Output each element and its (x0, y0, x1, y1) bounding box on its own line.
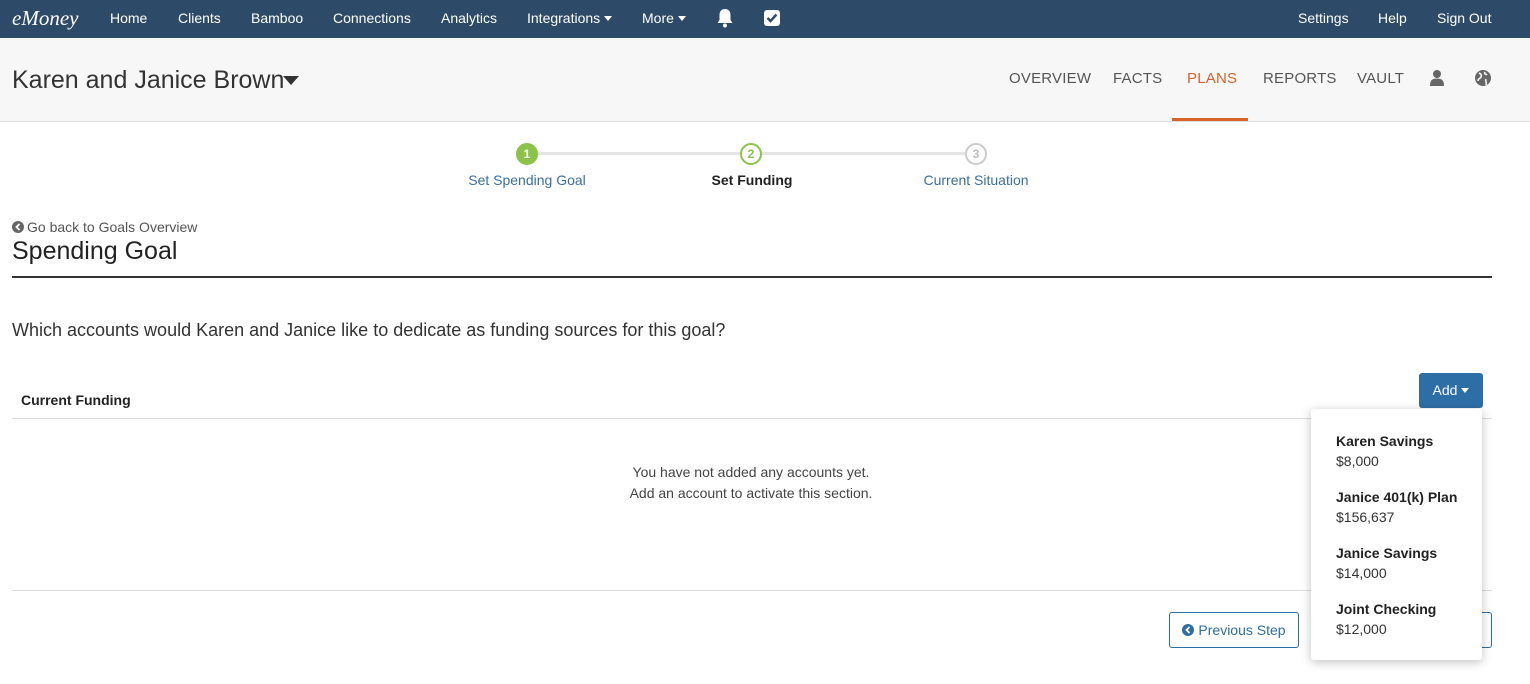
account-name: Janice 401(k) Plan (1336, 489, 1458, 505)
chevron-down-icon (1461, 387, 1470, 393)
step-2-circle: 2 (740, 143, 762, 165)
client-dropdown-icon[interactable] (283, 76, 299, 85)
stepper-line (538, 152, 740, 155)
nav-connections[interactable]: Connections (333, 10, 411, 26)
tab-overview[interactable]: OVERVIEW (1009, 70, 1091, 87)
dropdown-item-janice-401k[interactable]: Janice 401(k) Plan $156,637 (1336, 489, 1476, 525)
step-3-label[interactable]: Current Situation (916, 172, 1036, 188)
nav-home[interactable]: Home (110, 10, 147, 26)
nav-sign-out[interactable]: Sign Out (1437, 10, 1491, 26)
step-3-circle: 3 (965, 143, 987, 165)
step-1-label[interactable]: Set Spending Goal (467, 172, 587, 188)
client-header: Karen and Janice Brown OVERVIEW FACTS PL… (0, 38, 1530, 122)
page-title: Spending Goal (12, 237, 178, 265)
account-name: Joint Checking (1336, 601, 1437, 617)
active-tab-indicator (1172, 118, 1248, 121)
globe-icon[interactable] (1474, 69, 1492, 92)
tab-vault[interactable]: VAULT (1357, 70, 1404, 87)
nav-more[interactable]: More (642, 10, 686, 26)
user-icon[interactable] (1429, 69, 1445, 92)
funding-question: Which accounts would Karen and Janice li… (12, 320, 726, 340)
chevron-down-icon (677, 15, 686, 21)
tab-plans[interactable]: PLANS (1187, 70, 1237, 87)
add-button-label: Add (1432, 382, 1458, 398)
nav-integrations[interactable]: Integrations (527, 10, 613, 26)
arrow-left-circle-icon (1182, 624, 1195, 636)
back-to-goals-link[interactable]: Go back to Goals Overview (12, 219, 197, 235)
previous-step-label: Previous Step (1198, 622, 1286, 638)
top-nav: eMoney Home Clients Bamboo Connections A… (0, 0, 1530, 38)
nav-clients[interactable]: Clients (178, 10, 221, 26)
previous-step-button[interactable]: Previous Step (1169, 612, 1299, 648)
tab-reports[interactable]: REPORTS (1263, 70, 1337, 87)
step-1-circle: 1 (516, 143, 538, 165)
add-account-dropdown: Karen Savings $8,000 Janice 401(k) Plan … (1311, 409, 1482, 660)
account-value: $12,000 (1336, 621, 1387, 637)
section-divider (12, 418, 1492, 419)
bell-icon[interactable] (716, 8, 734, 31)
nav-bamboo[interactable]: Bamboo (251, 10, 303, 26)
account-name: Janice Savings (1336, 545, 1438, 561)
title-divider (12, 276, 1492, 278)
account-value: $156,637 (1336, 509, 1395, 525)
dropdown-item-karen-savings[interactable]: Karen Savings $8,000 (1336, 433, 1476, 469)
nav-integrations-label: Integrations (527, 10, 601, 26)
emoney-logo[interactable]: eMoney (12, 6, 78, 31)
tab-facts[interactable]: FACTS (1113, 70, 1162, 87)
stepper-line (762, 152, 965, 155)
step-2-label: Set Funding (711, 172, 793, 188)
empty-state-line-2: Add an account to activate this section. (629, 485, 873, 501)
footer-divider (12, 590, 1492, 591)
chevron-down-icon (604, 15, 613, 21)
account-value: $14,000 (1336, 565, 1387, 581)
nav-analytics[interactable]: Analytics (441, 10, 497, 26)
arrow-left-circle-icon (12, 221, 24, 233)
dropdown-item-joint-checking[interactable]: Joint Checking $12,000 (1336, 601, 1476, 637)
back-link-label: Go back to Goals Overview (27, 219, 198, 235)
account-value: $8,000 (1336, 453, 1379, 469)
add-account-button[interactable]: Add (1419, 373, 1483, 408)
nav-help[interactable]: Help (1378, 10, 1407, 26)
empty-state-message: You have not added any accounts yet. Add… (12, 462, 1490, 504)
empty-state-line-1: You have not added any accounts yet. (632, 464, 870, 480)
current-funding-header: Current Funding (21, 392, 131, 408)
checkbox-icon[interactable] (763, 9, 781, 30)
dropdown-item-janice-savings[interactable]: Janice Savings $14,000 (1336, 545, 1476, 581)
client-name[interactable]: Karen and Janice Brown (12, 66, 284, 95)
nav-settings[interactable]: Settings (1298, 10, 1349, 26)
account-name: Karen Savings (1336, 433, 1434, 449)
nav-more-label: More (642, 10, 674, 26)
